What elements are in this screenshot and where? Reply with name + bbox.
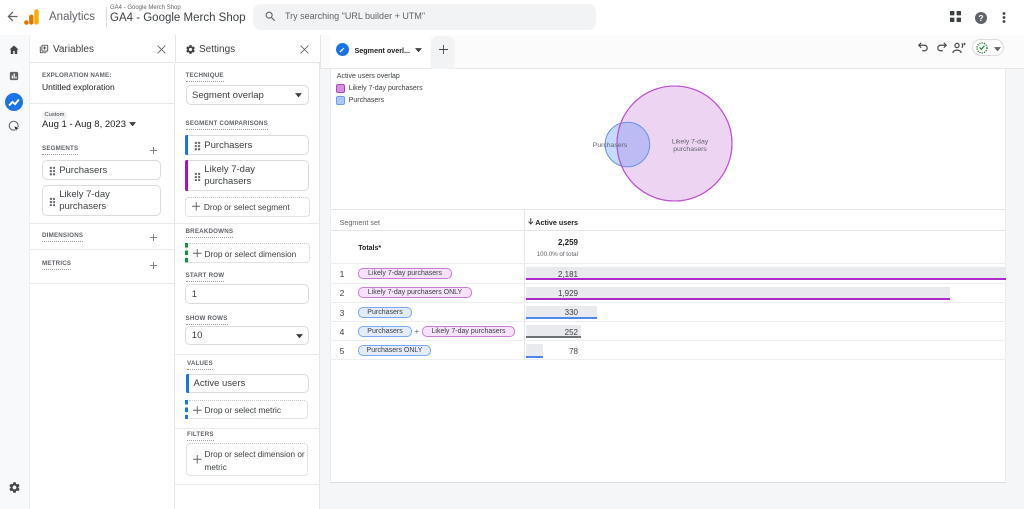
svg-text:Likely 7-day: Likely 7-day: [672, 139, 709, 146]
svg-text:purchasers: purchasers: [673, 146, 707, 153]
svg-text:Purchasers: Purchasers: [593, 142, 628, 149]
